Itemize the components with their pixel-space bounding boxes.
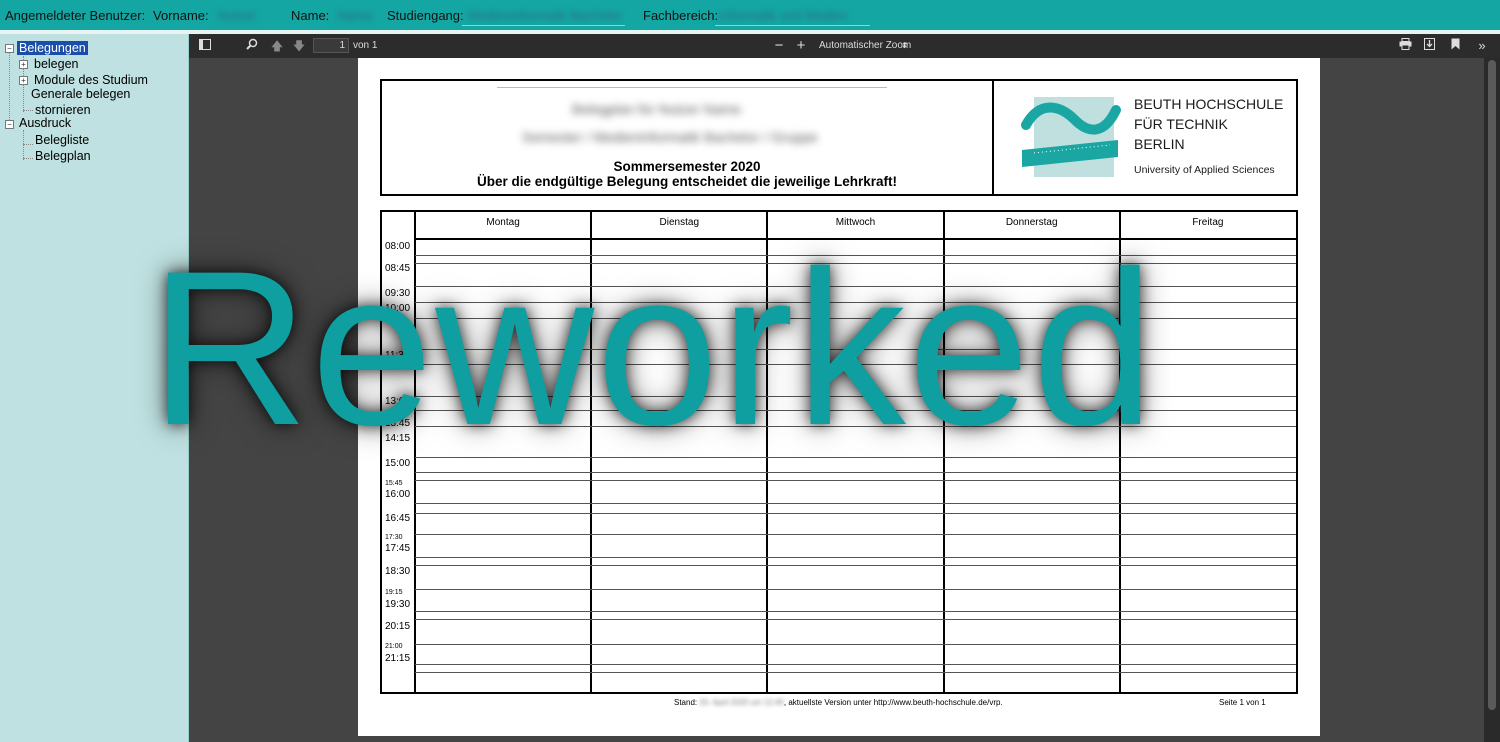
time-row-line <box>415 472 1296 473</box>
time-label: 16:45 <box>385 513 411 524</box>
name-label: Name: <box>291 8 330 23</box>
vorname-value: Nutzer <box>218 8 257 23</box>
tree-line <box>23 158 33 159</box>
pdf-toolbar: 🡅 🡇 1 von 1 − + Automatischer Zoom ⬍ » <box>189 34 1500 58</box>
time-row-line <box>415 557 1296 558</box>
tree-item-stornieren[interactable]: stornieren <box>35 103 91 117</box>
header-rule <box>497 87 887 88</box>
time-row-line <box>415 565 1296 566</box>
tree-line <box>23 130 24 160</box>
expand-icon[interactable]: + <box>19 60 28 69</box>
time-row-line <box>415 644 1296 645</box>
watermark-text: Reworked <box>150 225 1157 471</box>
blurred-title: Belegplan für Nutzer Name <box>572 101 741 117</box>
more-tools-icon[interactable]: » <box>1475 38 1489 54</box>
tree-item-belegliste[interactable]: Belegliste <box>35 133 89 147</box>
print-icon[interactable] <box>1398 38 1412 54</box>
time-row-line <box>415 619 1296 620</box>
name-value: Name <box>338 8 373 23</box>
tree-item-belegen[interactable]: belegen <box>34 57 79 71</box>
vertical-scrollbar[interactable] <box>1484 58 1500 742</box>
tree-line <box>23 144 33 145</box>
tree-item-belegungen[interactable]: Belegungen <box>17 41 88 55</box>
time-label: 15:45 <box>385 480 403 487</box>
time-label: 21:15 <box>385 653 411 664</box>
tree-line <box>23 110 33 111</box>
time-row-line <box>415 589 1296 590</box>
time-row-line <box>415 503 1296 504</box>
chevron-updown-icon: ⬍ <box>901 41 908 50</box>
sidebar-toggle-icon[interactable] <box>198 38 212 54</box>
time-row-line <box>415 664 1296 665</box>
collapse-icon[interactable]: − <box>5 44 14 53</box>
studiengang-label: Studiengang: <box>387 8 464 23</box>
zoom-out-icon[interactable]: − <box>773 38 785 54</box>
fachbereich-value: Informatik und Medien <box>719 8 848 23</box>
bookmark-icon[interactable] <box>1448 38 1462 54</box>
next-page-icon[interactable]: 🡇 <box>292 38 306 54</box>
tree-item-module[interactable]: Module des Studium <box>34 73 148 87</box>
document-footer: Stand: 20. April 2020 um 12:45, aktuells… <box>674 698 1003 707</box>
logo-line-3: BERLIN <box>1134 136 1185 152</box>
page-count: von 1 <box>353 40 378 51</box>
header-separator <box>992 81 994 194</box>
document-header: Belegplan für Nutzer Name Semester / Med… <box>380 79 1298 196</box>
tree-line <box>9 50 10 126</box>
belegung-notice: Über die endgültige Belegung entscheidet… <box>476 174 898 189</box>
tree-item-label: Belegungen <box>17 41 88 55</box>
time-label: 19:15 <box>385 589 403 596</box>
page-number-input[interactable]: 1 <box>313 38 349 53</box>
time-label: 17:30 <box>385 534 403 541</box>
download-icon[interactable] <box>1422 38 1436 54</box>
user-info-bar: Angemeldeter Benutzer: Vorname: Nutzer N… <box>0 0 1500 30</box>
fachbereich-field: Informatik und Medien <box>715 4 870 26</box>
logo-line-2: FÜR TECHNIK <box>1134 116 1228 132</box>
scrollbar-thumb[interactable] <box>1488 60 1496 710</box>
semester-title: Sommersemester 2020 <box>613 159 761 174</box>
zoom-select[interactable]: Automatischer Zoom ⬍ <box>814 38 922 54</box>
footer-suffix: , aktuellste Version unter http://www.be… <box>783 698 1003 707</box>
search-icon[interactable] <box>245 38 259 54</box>
time-label: 17:45 <box>385 543 411 554</box>
time-row-line <box>415 611 1296 612</box>
collapse-icon[interactable]: − <box>5 120 14 129</box>
logo-line-1: BEUTH HOCHSCHULE <box>1134 96 1284 112</box>
zoom-in-icon[interactable]: + <box>795 38 807 54</box>
tree-item-generale[interactable]: Generale belegen <box>31 87 130 101</box>
footer-page: Seite 1 von 1 <box>1219 698 1266 707</box>
fachbereich-label: Fachbereich: <box>643 8 719 23</box>
time-label: 20:15 <box>385 621 411 632</box>
time-row-line <box>415 534 1296 535</box>
logged-in-label: Angemeldeter Benutzer: <box>5 8 146 23</box>
vorname-label: Vorname: <box>153 8 209 23</box>
time-label: 21:00 <box>385 643 403 650</box>
time-label: 18:30 <box>385 566 411 577</box>
tree-item-ausdruck[interactable]: Ausdruck <box>19 116 71 130</box>
time-label: 19:30 <box>385 599 411 610</box>
blurred-subtitle: Semester / Medieninformatik Bachelor / G… <box>522 129 818 145</box>
time-row-line <box>415 513 1296 514</box>
logo-subtitle: University of Applied Sciences <box>1134 164 1275 176</box>
time-row-line <box>415 480 1296 481</box>
expand-icon[interactable]: + <box>19 76 28 85</box>
tree-item-belegplan[interactable]: Belegplan <box>35 149 91 163</box>
studiengang-field: Medieninformatik Bachelor <box>462 4 625 26</box>
previous-page-icon[interactable]: 🡅 <box>270 38 284 54</box>
time-label: 16:00 <box>385 489 411 500</box>
footer-prefix: Stand: <box>674 698 698 707</box>
time-row-line <box>415 672 1296 673</box>
footer-date: 20. April 2020 um 12:45 <box>699 698 784 707</box>
beuth-logo-icon <box>1021 97 1121 177</box>
zoom-value: Automatischer Zoom <box>819 40 912 51</box>
studiengang-value: Medieninformatik Bachelor <box>468 8 622 23</box>
